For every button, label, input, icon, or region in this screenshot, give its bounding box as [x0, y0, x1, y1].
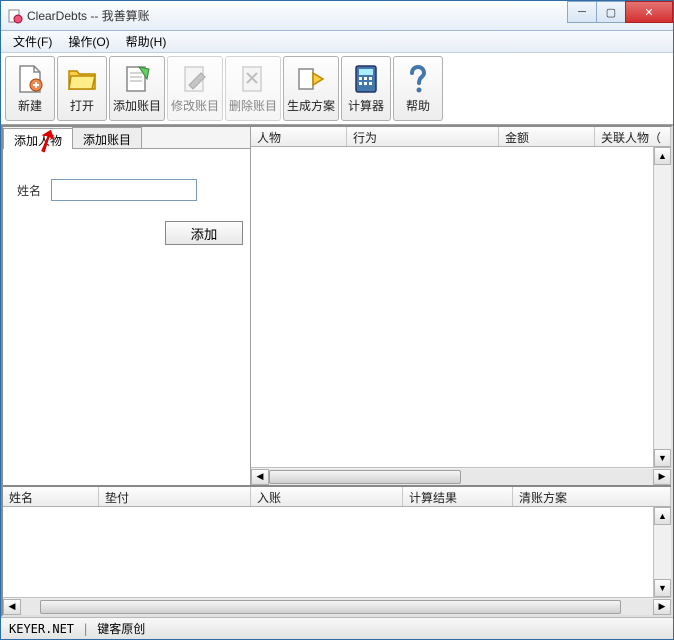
edit-account-button: 修改账目 [167, 56, 223, 121]
help-button[interactable]: 帮助 [393, 56, 443, 121]
col-action[interactable]: 行为 [347, 127, 499, 146]
col-clear-plan[interactable]: 清账方案 [513, 487, 671, 506]
horizontal-scrollbar-upper[interactable]: ◀ ▶ [251, 467, 671, 485]
scroll-left-icon[interactable]: ◀ [3, 599, 21, 615]
app-icon [7, 8, 23, 24]
generate-icon [295, 63, 327, 95]
delete-account-label: 删除账目 [229, 97, 277, 114]
name-input[interactable] [51, 179, 197, 201]
open-button[interactable]: 打开 [57, 56, 107, 121]
status-site: KEYER.NET [9, 622, 74, 636]
col-amount[interactable]: 金额 [499, 127, 595, 146]
toolbar: 新建 打开 添加账目 修改账目 删除账目 生成方案 计算器 帮助 [1, 53, 673, 125]
delete-account-button: 删除账目 [225, 56, 281, 121]
calculator-icon [350, 63, 382, 95]
menubar: 文件(F) 操作(O) 帮助(H) [1, 31, 673, 53]
generate-plan-button[interactable]: 生成方案 [283, 56, 339, 121]
delete-page-icon [237, 63, 269, 95]
left-panel: 添加人物 添加账目 ➚ 姓名 添加 [3, 127, 251, 485]
summary-list: 姓名 垫付 入账 计算结果 清账方案 ▲ ▼ ◀ ▶ [3, 485, 671, 615]
scroll-down-icon[interactable]: ▼ [654, 449, 671, 467]
scroll-left-icon[interactable]: ◀ [251, 469, 269, 485]
menu-file[interactable]: 文件(F) [5, 31, 60, 52]
folder-open-icon [66, 63, 98, 95]
add-button[interactable]: 添加 [165, 221, 243, 245]
edit-page-icon [179, 63, 211, 95]
horizontal-scrollbar-lower[interactable]: ◀ ▶ [3, 597, 671, 615]
add-page-icon [121, 63, 153, 95]
col-paid[interactable]: 垫付 [99, 487, 251, 506]
col-calc-result[interactable]: 计算结果 [403, 487, 513, 506]
col-received[interactable]: 入账 [251, 487, 403, 506]
calculator-button[interactable]: 计算器 [341, 56, 391, 121]
summary-list-body[interactable] [3, 507, 653, 597]
menu-help[interactable]: 帮助(H) [118, 31, 175, 52]
maximize-button[interactable]: ▢ [596, 1, 626, 23]
col-person[interactable]: 人物 [251, 127, 347, 146]
window-title: ClearDebts -- 我善算账 [27, 7, 568, 24]
minimize-button[interactable]: ─ [567, 1, 597, 23]
tab-add-account[interactable]: 添加账目 [72, 127, 142, 148]
vertical-scrollbar-lower[interactable]: ▲ ▼ [653, 507, 671, 597]
titlebar: ClearDebts -- 我善算账 ─ ▢ ✕ [1, 1, 673, 31]
vertical-scrollbar[interactable]: ▲ ▼ [653, 147, 671, 467]
new-label: 新建 [18, 97, 42, 114]
statusbar: KEYER.NET | 键客原创 [1, 617, 673, 639]
generate-plan-label: 生成方案 [287, 97, 335, 114]
add-account-label: 添加账目 [113, 97, 161, 114]
status-credit: 键客原创 [97, 620, 145, 637]
status-separator: | [82, 622, 89, 636]
help-icon [402, 63, 434, 95]
scroll-right-icon[interactable]: ▶ [653, 599, 671, 615]
accounts-list: 人物 行为 金额 关联人物（ ▲ ▼ ◀ ▶ [251, 127, 671, 485]
close-button[interactable]: ✕ [625, 1, 673, 23]
menu-operate[interactable]: 操作(O) [60, 31, 117, 52]
scroll-up-icon[interactable]: ▲ [654, 507, 671, 525]
scroll-down-icon[interactable]: ▼ [654, 579, 671, 597]
scroll-right-icon[interactable]: ▶ [653, 469, 671, 485]
scroll-up-icon[interactable]: ▲ [654, 147, 671, 165]
name-label: 姓名 [17, 182, 41, 199]
open-label: 打开 [70, 97, 94, 114]
add-account-button[interactable]: 添加账目 [109, 56, 165, 121]
calculator-label: 计算器 [348, 97, 384, 114]
new-file-icon [14, 63, 46, 95]
new-button[interactable]: 新建 [5, 56, 55, 121]
tab-add-person[interactable]: 添加人物 [3, 128, 73, 149]
col-name[interactable]: 姓名 [3, 487, 99, 506]
col-related[interactable]: 关联人物（ [595, 127, 671, 146]
edit-account-label: 修改账目 [171, 97, 219, 114]
accounts-list-body[interactable] [251, 147, 653, 467]
help-label: 帮助 [406, 97, 430, 114]
